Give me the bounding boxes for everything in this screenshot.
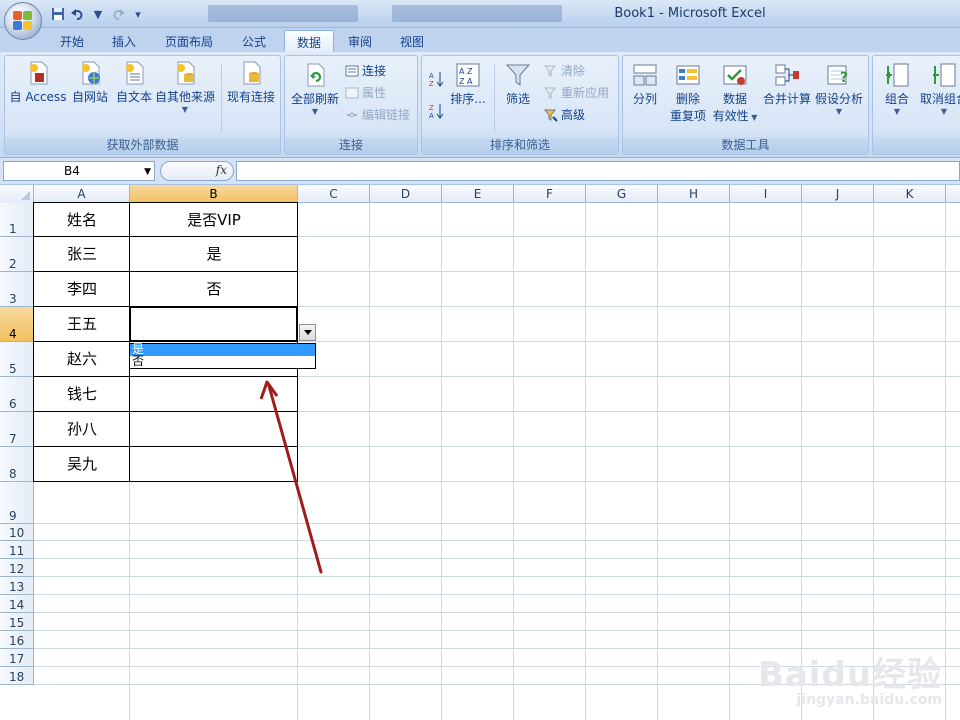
annotation-arrow xyxy=(259,380,323,574)
refresh-all-button[interactable]: 全部刷新 ▼ xyxy=(287,62,343,116)
ribbon: 自 Access 自网站 自文本 自其他来源 ▼ 现有连接 获取外部数据 全部刷… xyxy=(0,52,960,158)
group-sort-filter: AZ ZA A ZZ A 排序... 筛选 清除 重新应用 高级 排序和筛选 xyxy=(421,55,619,155)
reapply-icon xyxy=(544,87,557,99)
from-access-button[interactable]: 自 Access xyxy=(9,60,67,105)
other-sources-dropdown-icon: ▼ xyxy=(181,105,189,114)
watermark-brand: Baidu经验 xyxy=(757,655,942,695)
group-external-data: 自 Access 自网站 自文本 自其他来源 ▼ 现有连接 获取外部数据 xyxy=(4,55,281,155)
remove-duplicates-icon xyxy=(676,65,700,85)
group-title xyxy=(873,137,960,154)
group-dropdown-icon: ▼ xyxy=(893,107,901,116)
data-validation-icon xyxy=(723,65,747,85)
window-title: Book1 - Microsoft Excel xyxy=(614,6,766,21)
clear-filter-button: 清除 xyxy=(544,62,585,79)
ribbon-tab-row: 开始 插入 页面布局 公式 数据 审阅 视图 xyxy=(0,28,960,52)
group-outline: 组合 ▼ 取消组合 ▼ xyxy=(872,55,960,155)
text-to-columns-button[interactable]: 分列 xyxy=(627,62,663,107)
existing-connections-button[interactable]: 现有连接 xyxy=(225,60,277,105)
group-data-tools: 分列 删除 重复项 数据 有效性 ▼ 合并计算 ? 假设分析 ▼ 数据工具 xyxy=(622,55,869,155)
name-box[interactable]: B4 ▼ xyxy=(3,161,155,181)
what-if-icon: ? xyxy=(827,65,848,86)
tab-home[interactable]: 开始 xyxy=(48,30,96,52)
office-logo-icon xyxy=(13,11,33,31)
svg-text:A: A xyxy=(429,72,434,80)
ungroup-button[interactable]: 取消组合 ▼ xyxy=(919,62,960,116)
what-if-analysis-button[interactable]: ? 假设分析 ▼ xyxy=(813,62,865,116)
group-icon xyxy=(886,63,909,87)
text-to-columns-icon xyxy=(633,64,657,86)
existing-connections-icon xyxy=(243,61,261,85)
properties-icon xyxy=(345,87,359,98)
tab-review[interactable]: 审阅 xyxy=(336,30,384,52)
group-connections: 全部刷新 ▼ 连接 属性 编辑链接 连接 xyxy=(284,55,418,155)
separator xyxy=(221,64,222,132)
filter-icon xyxy=(505,64,531,86)
name-box-dropdown-icon[interactable]: ▼ xyxy=(144,163,151,181)
advanced-filter-icon xyxy=(544,109,558,122)
sort-a-to-z-button[interactable]: AZ xyxy=(428,70,446,88)
reapply-button: 重新应用 xyxy=(544,84,609,101)
tab-formulas[interactable]: 公式 xyxy=(230,30,278,52)
tab-insert[interactable]: 插入 xyxy=(100,30,148,52)
connections-button[interactable]: 连接 xyxy=(345,62,386,79)
from-other-sources-button[interactable]: 自其他来源 ▼ xyxy=(153,60,217,114)
web-icon xyxy=(82,61,100,85)
from-web-button[interactable]: 自网站 xyxy=(67,60,113,105)
group-title: 数据工具 xyxy=(623,137,868,154)
separator xyxy=(494,64,495,132)
remove-duplicates-button[interactable]: 删除 重复项 xyxy=(667,62,709,124)
sort-button[interactable]: A ZZ A 排序... xyxy=(448,62,488,107)
tab-view[interactable]: 视图 xyxy=(388,30,436,52)
svg-text:A: A xyxy=(429,112,434,120)
ungroup-dropdown-icon: ▼ xyxy=(940,107,948,116)
tab-page-layout[interactable]: 页面布局 xyxy=(153,30,225,52)
advanced-filter-button[interactable]: 高级 xyxy=(544,106,585,123)
consolidate-icon xyxy=(775,64,799,86)
sort-z-to-a-button[interactable]: ZA xyxy=(428,102,446,120)
other-sources-icon xyxy=(177,61,195,85)
data-validation-button[interactable]: 数据 有效性 ▼ xyxy=(711,62,759,124)
formula-input[interactable] xyxy=(236,161,960,181)
fx-icon[interactable]: fx xyxy=(216,163,227,177)
refresh-dropdown-icon: ▼ xyxy=(311,107,319,116)
group-title: 连接 xyxy=(285,137,417,154)
group-button[interactable]: 组合 ▼ xyxy=(879,62,915,116)
ungroup-icon xyxy=(933,63,956,87)
svg-text:A Z: A Z xyxy=(459,67,473,76)
link-icon xyxy=(347,112,357,117)
spreadsheet-grid: ABCDEFGHIJK 1 2 3 4 5 6 7 8 9 10 11 12 13 14 15 16 17 18 … xyxy=(0,185,960,720)
edit-links-button: 编辑链接 xyxy=(345,106,410,123)
office-button[interactable] xyxy=(4,2,42,40)
access-icon xyxy=(30,61,48,85)
formula-bar: B4 ▼ fx xyxy=(0,158,960,185)
baidu-watermark: Baidu经验 jingyan.baidu.com xyxy=(758,647,942,708)
insert-function-pill[interactable]: fx xyxy=(160,161,234,181)
group-title: 获取外部数据 xyxy=(5,137,280,154)
properties-button: 属性 xyxy=(345,84,386,101)
svg-text:Z: Z xyxy=(429,80,434,88)
clear-filter-icon xyxy=(544,65,557,77)
svg-text:Z: Z xyxy=(429,104,434,112)
from-text-button[interactable]: 自文本 xyxy=(111,60,157,105)
consolidate-button[interactable]: 合并计算 xyxy=(761,62,813,107)
title-bar: ▼ ▾ Book1 - Microsoft Excel xyxy=(0,0,960,28)
connections-icon xyxy=(345,65,359,76)
group-title: 排序和筛选 xyxy=(422,137,618,154)
what-if-dropdown-icon: ▼ xyxy=(835,107,843,116)
sort-dialog-icon: A ZZ A xyxy=(456,63,480,87)
text-file-icon xyxy=(126,61,144,85)
validation-dropdown-icon: ▼ xyxy=(748,113,758,122)
refresh-icon xyxy=(307,63,325,87)
sort-descending-icon: ZA xyxy=(429,104,444,120)
filter-button[interactable]: 筛选 xyxy=(498,62,538,107)
tab-data[interactable]: 数据 xyxy=(284,30,335,52)
arrow-shaft xyxy=(267,384,323,574)
sort-ascending-icon: AZ xyxy=(429,72,444,88)
svg-text:?: ? xyxy=(840,70,848,86)
svg-text:Z A: Z A xyxy=(459,77,473,86)
